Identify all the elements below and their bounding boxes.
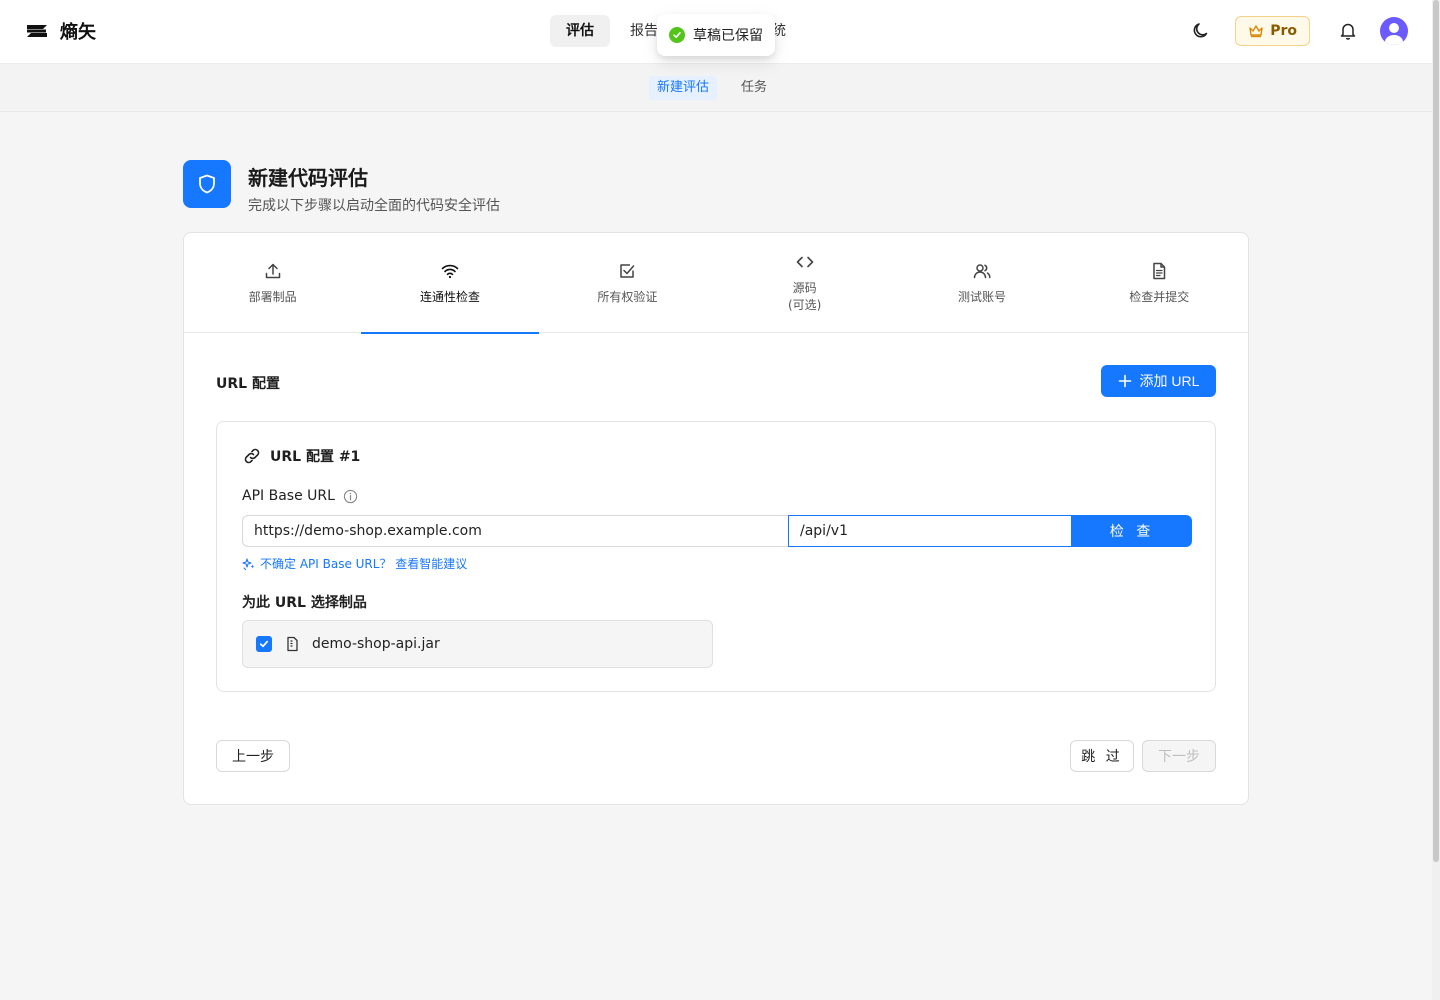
next-step-button[interactable]: 下一步	[1142, 740, 1216, 772]
step-label: 源码	[792, 281, 817, 295]
scrollbar-thumb[interactable]	[1433, 0, 1439, 862]
crown-icon	[1249, 25, 1263, 38]
top-navbar: 熵矢 评估 报告 订阅 系统 草稿已保留 Pro	[0, 0, 1432, 64]
step-deploy-artifacts[interactable]: 部署制品	[184, 233, 361, 333]
step-label: 检查并提交	[1129, 289, 1190, 304]
step-label: 连通性检查	[419, 289, 480, 304]
add-url-button[interactable]: 添加 URL	[1101, 365, 1216, 397]
plus-icon	[1118, 374, 1131, 388]
link-icon	[244, 448, 260, 464]
nav-item-assessment[interactable]: 评估	[550, 15, 610, 47]
checkbox-icon	[620, 263, 635, 278]
users-icon	[973, 263, 991, 278]
artifact-name: demo-shop-api.jar	[312, 636, 440, 652]
step-label: 部署制品	[248, 289, 297, 304]
previous-step-button[interactable]: 上一步	[216, 740, 290, 772]
sub-navbar: 新建评估 任务	[0, 64, 1432, 112]
scrollbar-track[interactable]	[1432, 0, 1440, 1000]
toast-notification: 草稿已保留	[657, 14, 775, 56]
subtab-tasks[interactable]: 任务	[733, 76, 775, 100]
page-title: 新建代码评估	[248, 166, 368, 190]
code-icon	[796, 256, 813, 268]
wifi-icon	[441, 264, 459, 278]
section-title: URL 配置	[216, 376, 280, 392]
url-config-item: URL 配置 #1 API Base URL 检 查 不确定 API Base …	[216, 421, 1216, 692]
wizard-steps: 部署制品 连通性检查 所有权验证 源码 (可选) 测试账号 检查并提交	[184, 233, 1248, 334]
pro-badge[interactable]: Pro	[1235, 16, 1310, 46]
subtab-new-assessment[interactable]: 新建评估	[649, 76, 718, 100]
shield-icon	[183, 160, 231, 208]
url-input-group: 检 查	[242, 515, 1192, 547]
step-connectivity-check[interactable]: 连通性检查	[361, 233, 539, 334]
step-label: 测试账号	[957, 289, 1006, 304]
url-config-title-text: URL 配置 #1	[270, 449, 361, 465]
document-icon	[1153, 262, 1166, 279]
pro-label: Pro	[1270, 23, 1297, 39]
wizard-card: 部署制品 连通性检查 所有权验证 源码 (可选) 测试账号 检查并提交 URL …	[183, 232, 1249, 805]
app-logo[interactable]: 熵矢	[26, 18, 96, 44]
step-sublabel: (可选)	[787, 298, 822, 312]
artifact-select-label: 为此 URL 选择制品	[242, 595, 367, 611]
smart-suggest-text: 不确定 API Base URL？ 查看智能建议	[260, 557, 468, 571]
toast-message: 草稿已保留	[693, 28, 763, 44]
bell-icon[interactable]	[1338, 21, 1358, 41]
user-avatar[interactable]	[1380, 17, 1408, 45]
add-url-label: 添加 URL	[1139, 373, 1200, 389]
page-header: 新建代码评估 完成以下步骤以启动全面的代码安全评估	[183, 160, 500, 215]
upload-icon	[265, 263, 280, 278]
step-label: 所有权验证	[597, 289, 658, 304]
url-config-title: URL 配置 #1	[242, 446, 360, 466]
logo-icon	[27, 25, 47, 37]
page-subtitle: 完成以下步骤以启动全面的代码安全评估	[248, 198, 500, 214]
step-source-code[interactable]: 源码 (可选)	[716, 233, 893, 333]
app-name: 熵矢	[60, 22, 96, 43]
step-test-accounts[interactable]: 测试账号	[893, 233, 1070, 333]
success-check-icon	[669, 27, 685, 43]
api-base-url-label-text: API Base URL	[242, 488, 335, 504]
file-icon	[287, 636, 298, 652]
step-review-submit[interactable]: 检查并提交	[1071, 233, 1248, 333]
check-button[interactable]: 检 查	[1072, 515, 1192, 547]
moon-icon[interactable]	[1191, 21, 1211, 41]
api-base-url-label: API Base URL	[242, 488, 358, 504]
base-url-input[interactable]	[242, 515, 788, 547]
info-icon[interactable]	[343, 489, 358, 504]
artifact-option[interactable]: demo-shop-api.jar	[242, 620, 713, 668]
step-ownership-verification[interactable]: 所有权验证	[539, 233, 716, 333]
artifact-checkbox[interactable]	[256, 636, 272, 652]
skip-button[interactable]: 跳 过	[1070, 740, 1134, 772]
header-tools: Pro	[1191, 16, 1408, 46]
path-input[interactable]	[788, 515, 1072, 547]
sparkle-icon	[242, 557, 255, 570]
smart-suggest-link[interactable]: 不确定 API Base URL？ 查看智能建议	[242, 555, 467, 572]
